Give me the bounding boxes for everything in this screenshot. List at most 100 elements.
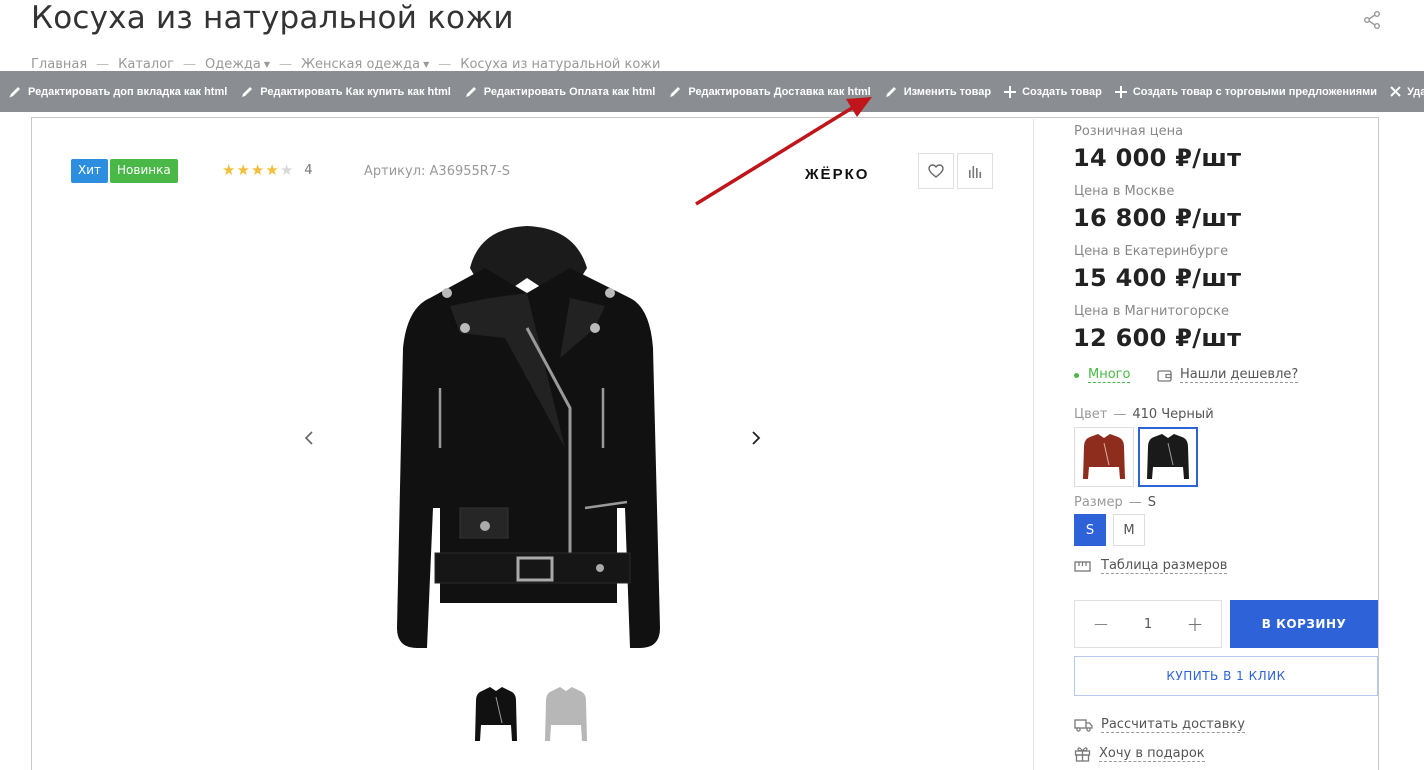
star-icon: ★ (236, 161, 250, 179)
color-label: Цвет (1074, 407, 1108, 422)
admin-delete-product-button[interactable]: Удалить товар (1390, 86, 1424, 98)
bar-chart-icon (969, 166, 982, 178)
plus-icon (1004, 85, 1017, 98)
admin-item-label: Создать товар (1022, 85, 1102, 98)
retail-price-label: Розничная цена (1074, 124, 1184, 139)
chevron-left-icon[interactable] (299, 428, 319, 448)
property-dash: — (1113, 407, 1127, 422)
column-divider (1033, 119, 1034, 770)
jacket-thumbnail-image (545, 687, 587, 741)
admin-edit-extra-tab-button[interactable]: Редактировать доп вкладка как html (8, 85, 227, 99)
pencil-icon (670, 86, 681, 97)
admin-item-label: Редактировать Доставка как html (688, 85, 871, 98)
breadcrumb-separator: — (279, 57, 293, 72)
minus-icon[interactable]: − (1091, 612, 1111, 636)
admin-item-label: Редактировать Оплата как html (483, 85, 656, 98)
leather-jacket-image (397, 226, 660, 648)
admin-toolbar: Редактировать доп вкладка как html Редак… (0, 71, 1424, 112)
product-rating[interactable]: ★ ★ ★ ★ ★ 4 (222, 161, 313, 179)
admin-item-label: Редактировать доп вкладка как html (28, 85, 228, 98)
wallet-icon (1157, 369, 1172, 382)
heart-icon (928, 164, 944, 178)
star-icon: ★ (222, 161, 236, 179)
size-option-s[interactable]: S (1074, 514, 1106, 546)
breadcrumb-catalog[interactable]: Каталог (118, 57, 174, 72)
moscow-price-value: 16 800 ₽/шт (1073, 204, 1242, 232)
breadcrumb: Главная — Каталог — Одежда ▼ — Женская о… (31, 57, 660, 72)
ekaterinburg-price-label: Цена в Екатеринбурге (1074, 244, 1229, 259)
breadcrumb-women-clothing[interactable]: Женская одежда (301, 57, 420, 72)
admin-edit-payment-button[interactable]: Редактировать Оплата как html (464, 85, 656, 99)
chevron-right-icon[interactable] (746, 428, 766, 448)
plus-icon (1114, 85, 1127, 98)
buy-one-click-button[interactable]: КУПИТЬ В 1 КЛИК (1074, 656, 1378, 696)
pencil-icon (9, 86, 20, 97)
product-thumbnail[interactable] (542, 683, 590, 745)
size-table-label: Таблица размеров (1101, 558, 1228, 574)
color-swatch-black[interactable] (1138, 427, 1198, 487)
caret-down-icon[interactable]: ▼ (423, 60, 429, 69)
breadcrumb-current: Косуха из натуральной кожи (460, 57, 661, 72)
pencil-icon (465, 86, 476, 97)
magnitogorsk-price-label: Цена в Магнитогорске (1074, 304, 1230, 319)
color-swatch-brown[interactable] (1074, 427, 1134, 487)
color-property: Цвет — 410 Черный (1074, 407, 1214, 422)
size-property: Размер — S (1074, 495, 1156, 510)
compare-button[interactable] (957, 153, 993, 189)
stock-dot-icon (1074, 372, 1079, 378)
size-value: S (1147, 495, 1157, 510)
admin-item-label: Удалить товар (1407, 85, 1424, 98)
brand-logo[interactable]: ЖЁРКО (805, 166, 869, 183)
favorite-button[interactable] (918, 153, 954, 189)
add-to-cart-button[interactable]: В КОРЗИНУ (1230, 600, 1378, 648)
property-dash: — (1128, 495, 1142, 510)
size-label: Размер (1074, 495, 1123, 510)
pencil-icon (242, 86, 253, 97)
gift-icon (1074, 747, 1091, 762)
found-cheaper-link[interactable]: Нашли дешевле? (1157, 367, 1299, 383)
retail-price-value: 14 000 ₽/шт (1073, 144, 1242, 172)
size-option-m[interactable]: M (1113, 514, 1145, 546)
caret-down-icon[interactable]: ▼ (264, 60, 270, 69)
admin-edit-product-button[interactable]: Изменить товар (884, 85, 991, 99)
admin-item-label: Изменить товар (903, 85, 992, 98)
gift-label: Хочу в подарок (1099, 746, 1205, 762)
breadcrumb-home[interactable]: Главная (31, 57, 87, 72)
hit-badge: Хит (71, 159, 109, 183)
product-sku: Артикул: A36955R7-S (364, 164, 511, 179)
admin-item-label: Создать товар с торговыми предложениями (1132, 85, 1378, 98)
product-thumbnail[interactable] (472, 683, 520, 745)
admin-edit-how-to-buy-button[interactable]: Редактировать Как купить как html (240, 85, 451, 99)
admin-create-product-button[interactable]: Создать товар (1004, 85, 1102, 98)
share-icon[interactable] (1362, 10, 1382, 30)
calculate-delivery-label: Рассчитать доставку (1101, 717, 1245, 733)
ekaterinburg-price-value: 15 400 ₽/шт (1073, 264, 1242, 292)
quantity-value[interactable]: 1 (1144, 617, 1152, 632)
ruler-icon (1074, 560, 1091, 572)
magnitogorsk-price-value: 12 600 ₽/шт (1073, 324, 1242, 352)
stock-status[interactable]: Много (1074, 367, 1131, 383)
moscow-price-label: Цена в Москве (1074, 184, 1175, 199)
stock-status-label: Много (1088, 367, 1131, 383)
plus-icon[interactable]: + (1185, 612, 1205, 636)
black-jacket-swatch-image (1147, 434, 1189, 479)
jacket-thumbnail-image (475, 687, 517, 741)
star-empty-icon: ★ (279, 161, 294, 179)
admin-item-label: Редактировать Как купить как html (260, 85, 451, 98)
calculate-delivery-link[interactable]: Рассчитать доставку (1074, 717, 1245, 733)
pencil-icon (885, 86, 896, 97)
admin-create-product-offers-button[interactable]: Создать товар с торговыми предложениями (1114, 85, 1378, 98)
size-table-link[interactable]: Таблица размеров (1074, 558, 1228, 574)
star-icon: ★ (250, 161, 265, 179)
quantity-stepper: − 1 + (1074, 600, 1222, 648)
new-badge: Новинка (110, 159, 178, 183)
close-icon (1390, 86, 1401, 97)
breadcrumb-clothing[interactable]: Одежда (205, 57, 261, 72)
gift-link[interactable]: Хочу в подарок (1074, 746, 1205, 762)
page-title: Косуха из натуральной кожи (31, 0, 514, 36)
admin-edit-delivery-button[interactable]: Редактировать Доставка как html (668, 85, 871, 99)
product-main-image[interactable] (355, 208, 700, 668)
color-value: 410 Черный (1132, 407, 1214, 422)
breadcrumb-separator: — (438, 57, 452, 72)
rating-count: 4 (304, 162, 313, 178)
